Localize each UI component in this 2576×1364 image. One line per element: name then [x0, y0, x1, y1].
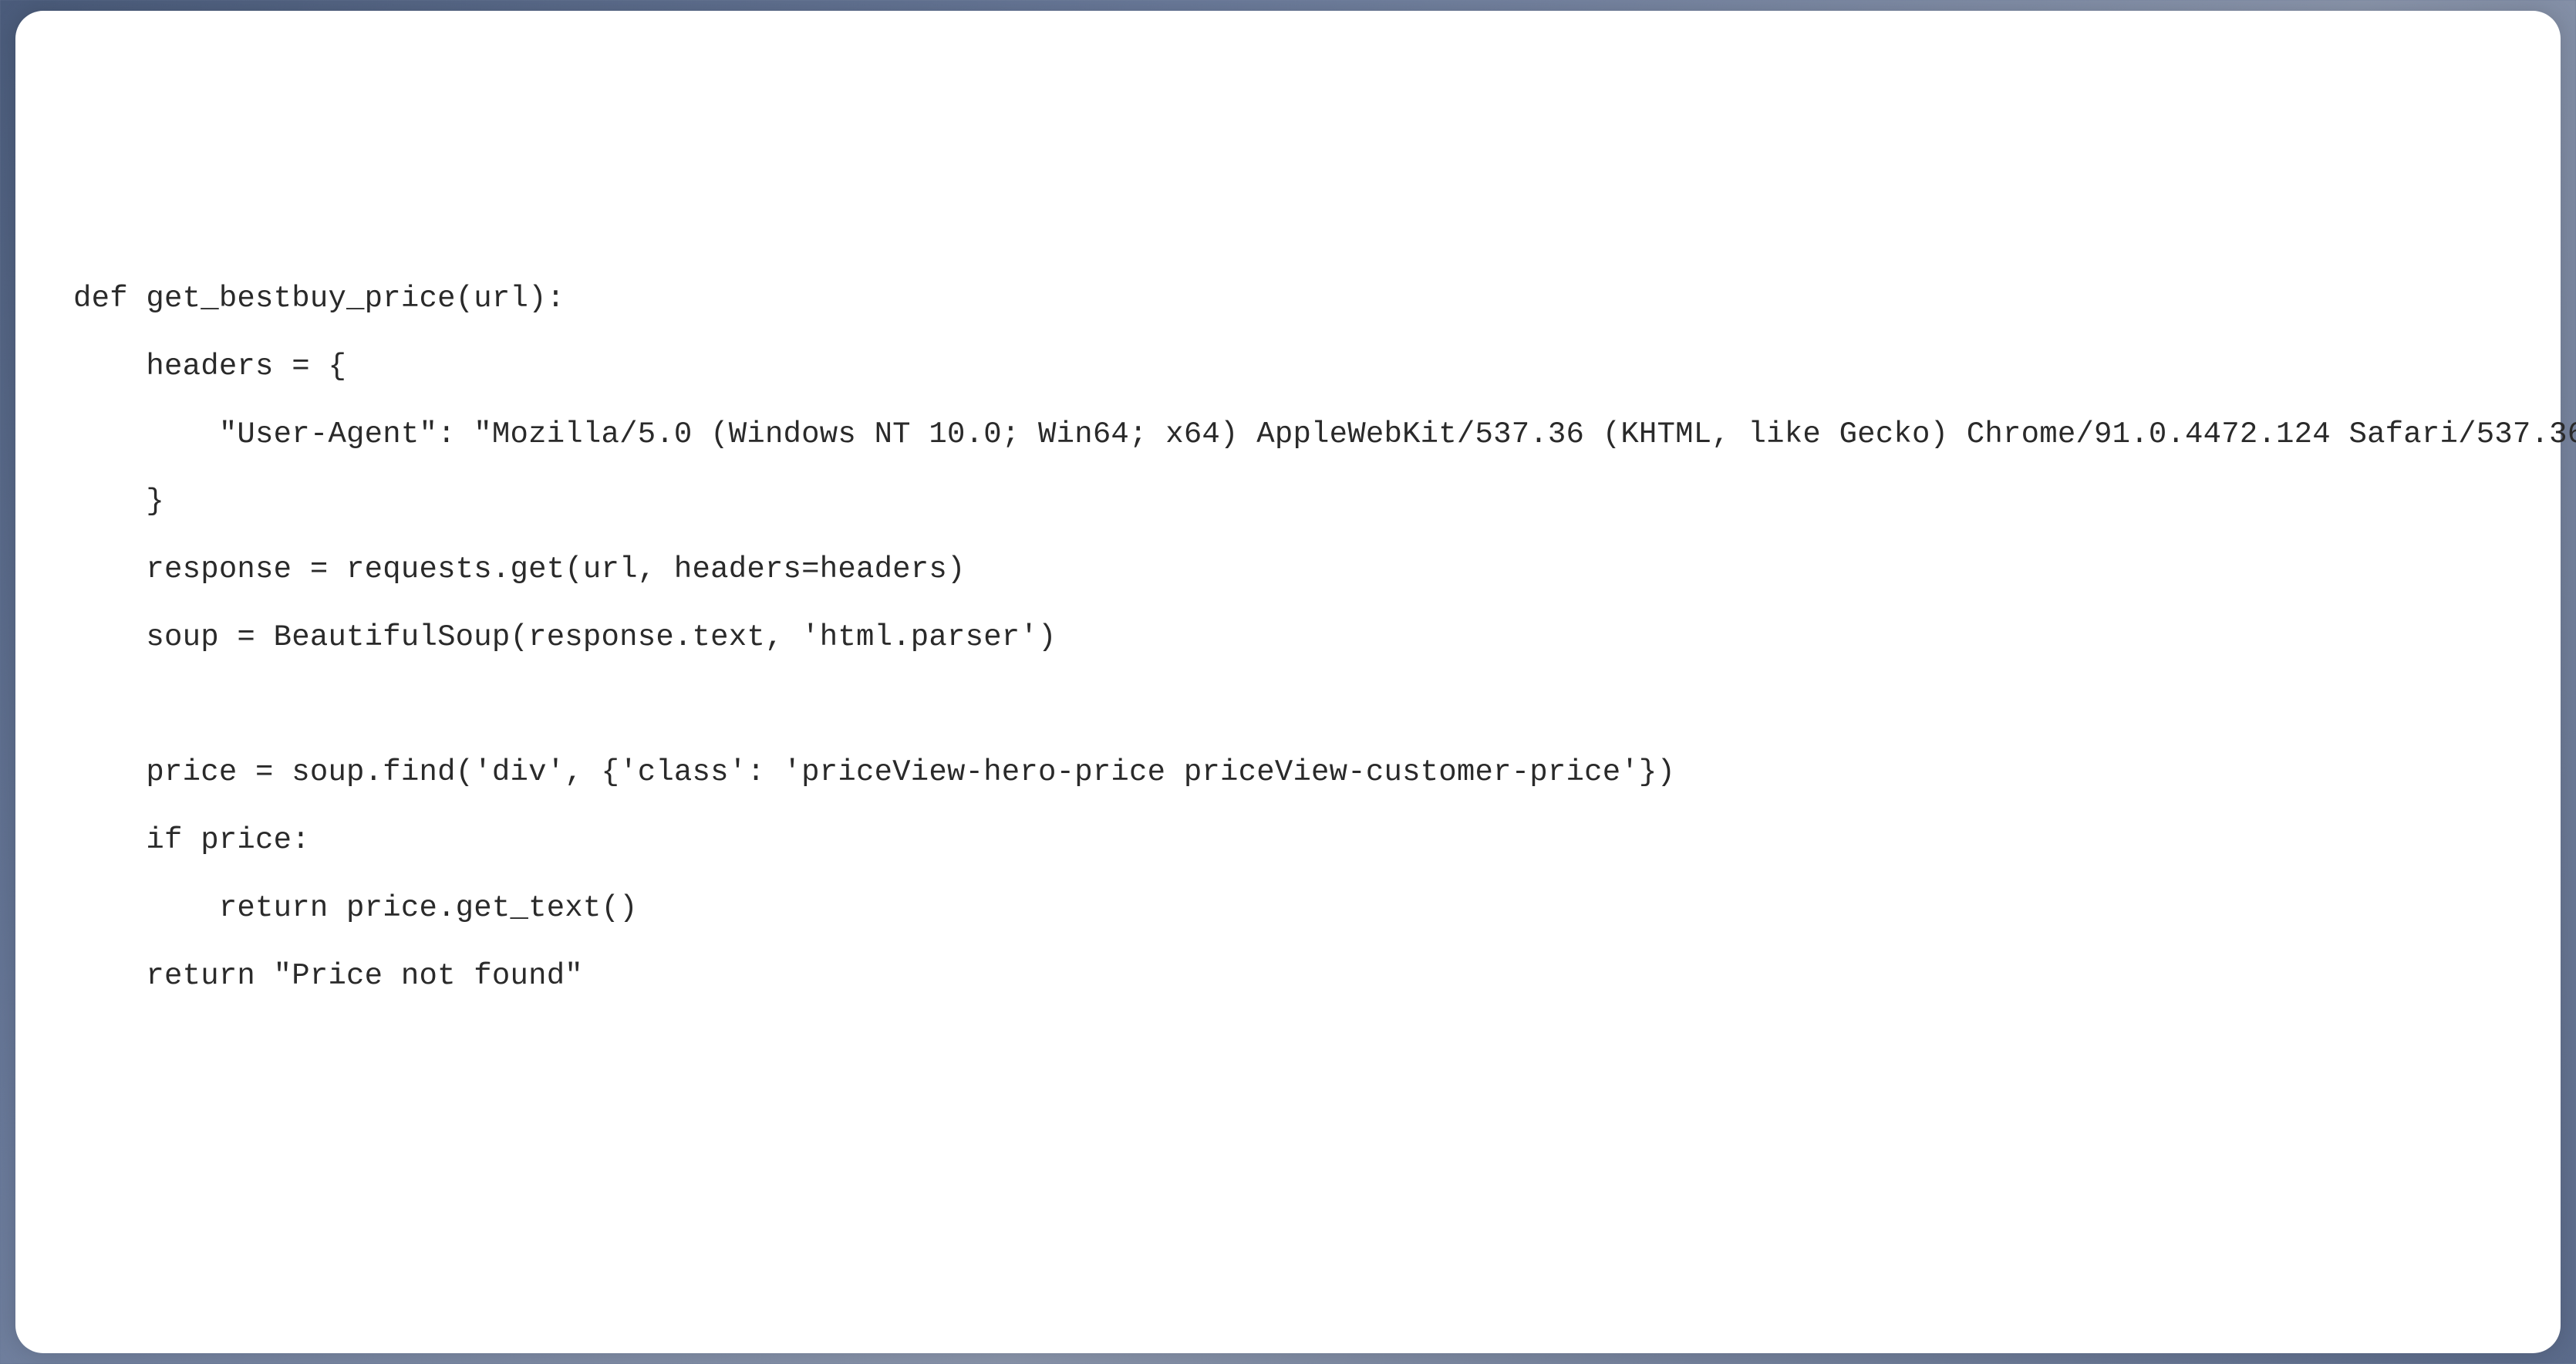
code-snippet: def get_bestbuy_price(url): headers = { … [73, 265, 2514, 1010]
code-card: def get_bestbuy_price(url): headers = { … [15, 11, 2561, 1353]
